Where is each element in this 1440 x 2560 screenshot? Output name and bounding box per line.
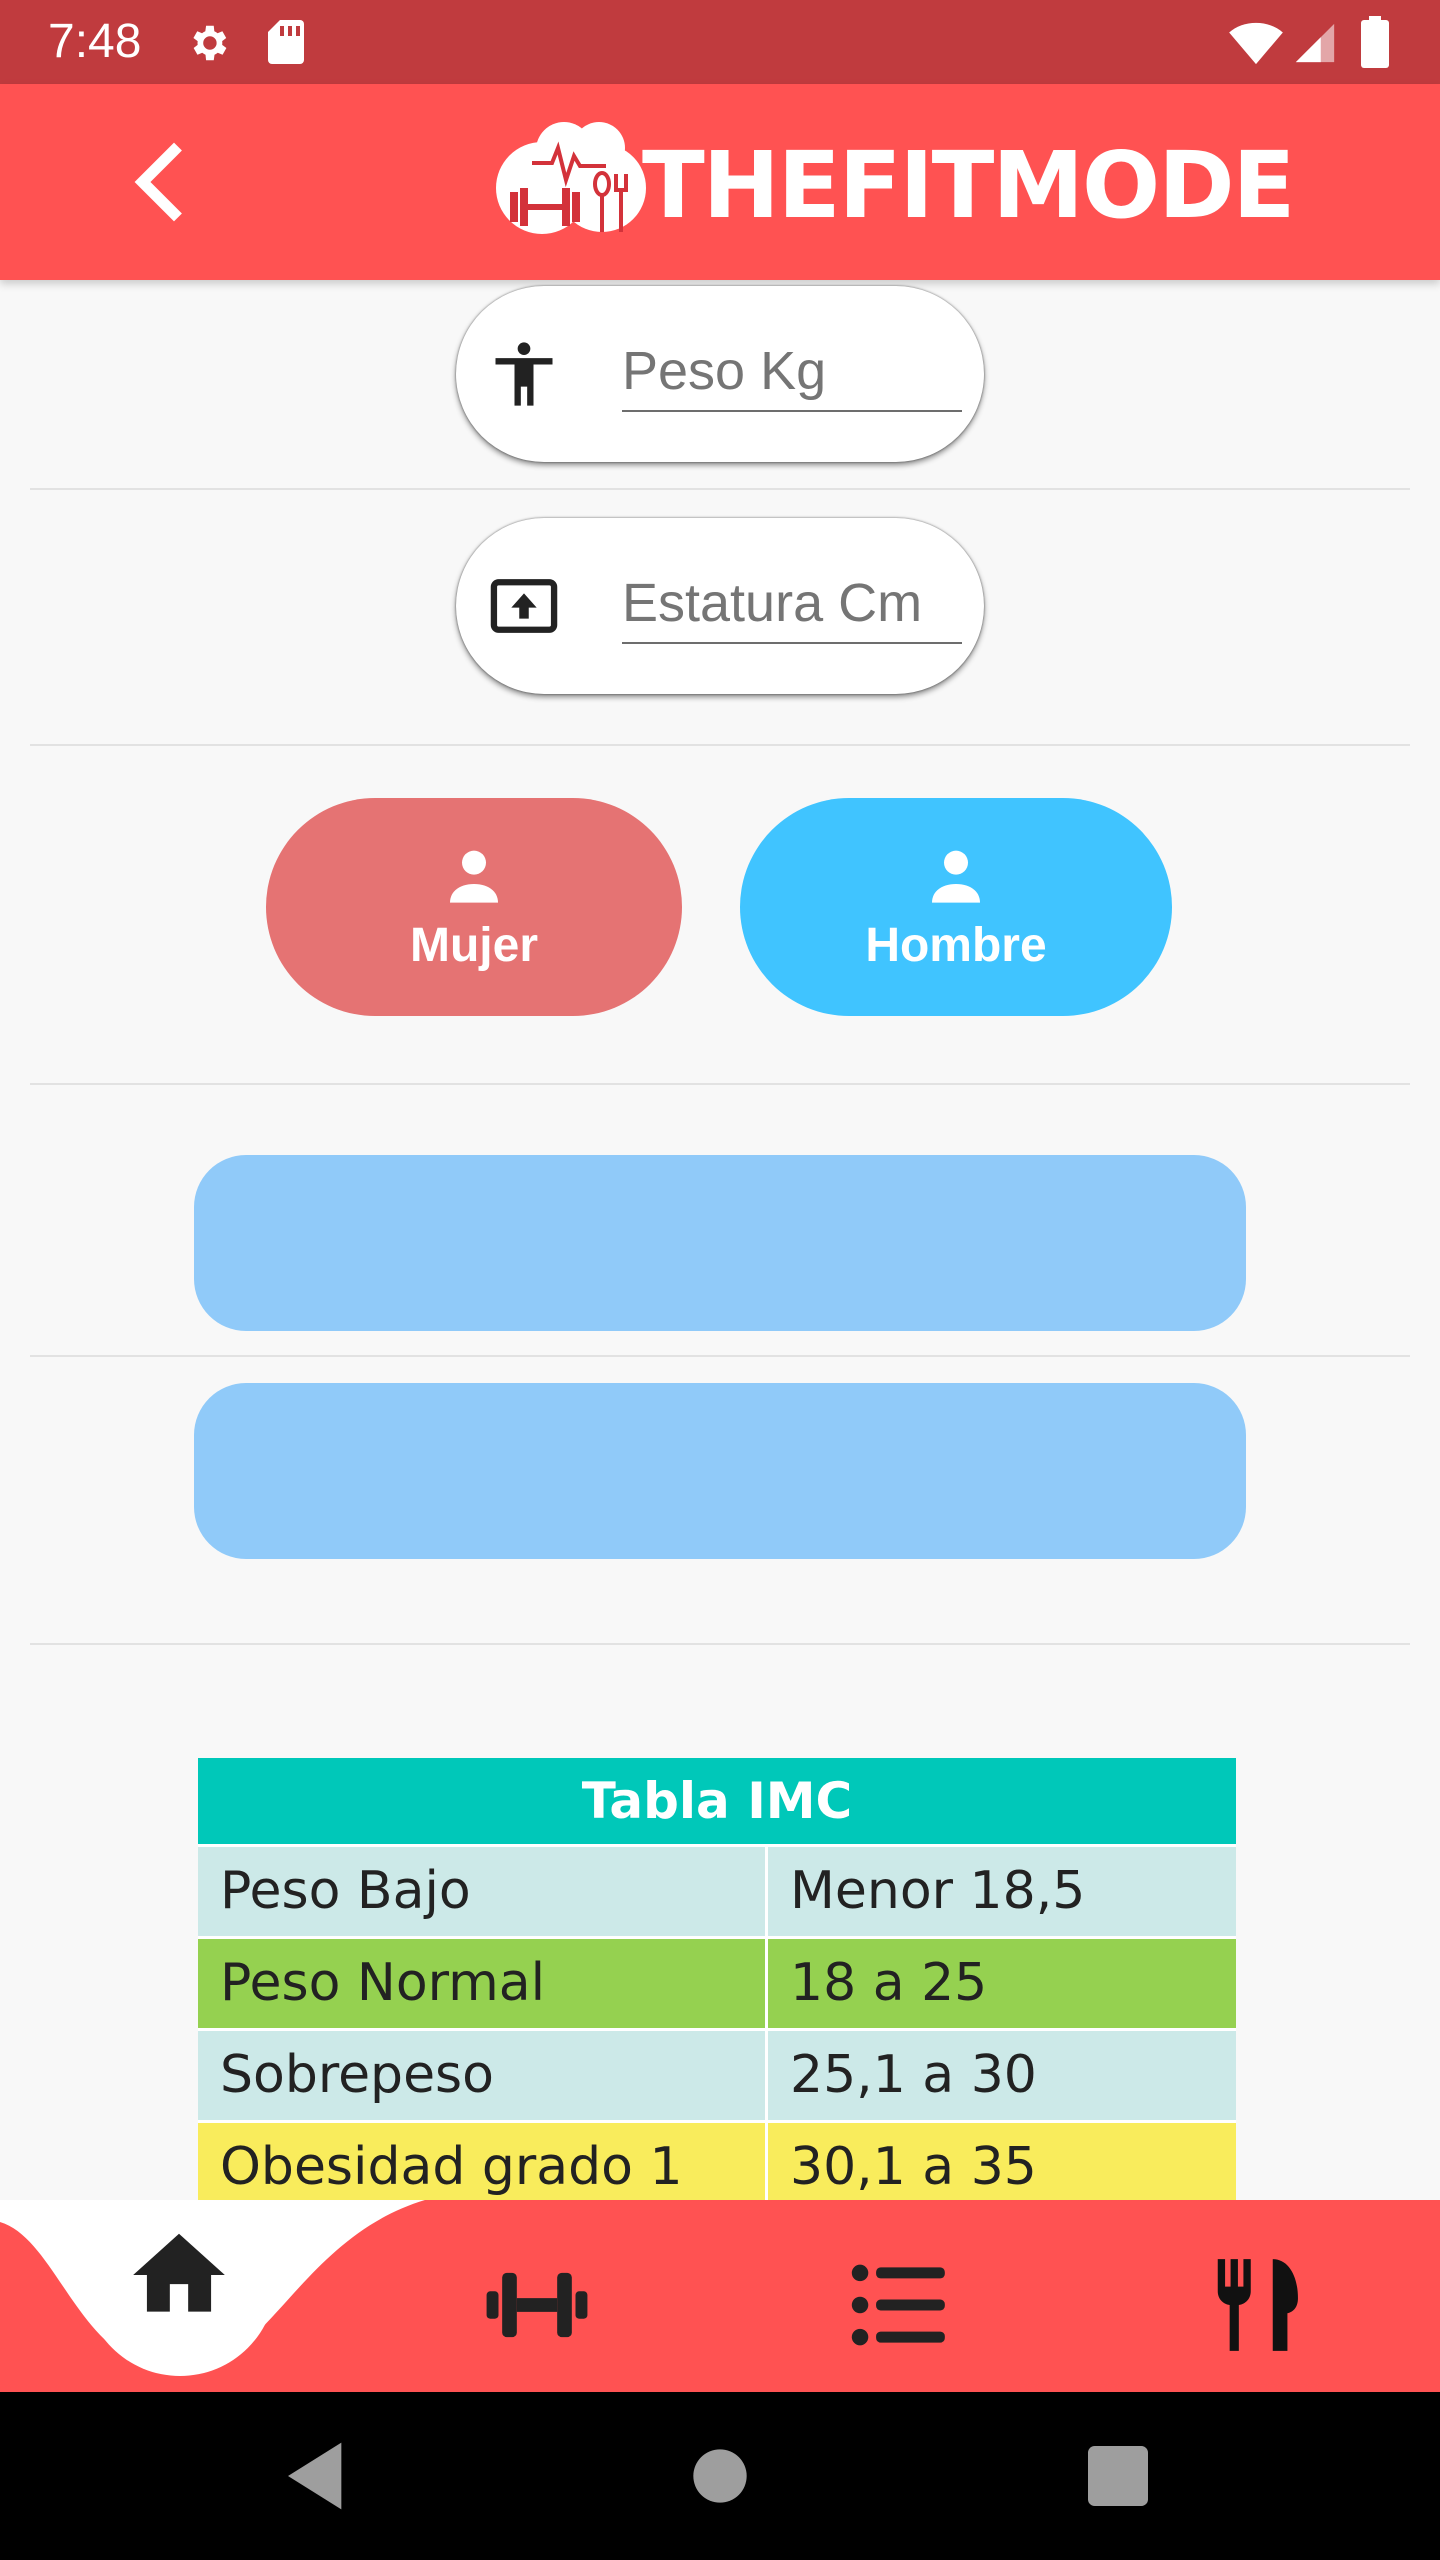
upload-box-icon	[490, 579, 558, 633]
system-navigation-bar	[0, 2392, 1440, 2560]
divider	[30, 744, 1410, 746]
table-row: Peso Bajo Menor 18,5	[198, 1844, 1236, 1936]
cell-signal-icon	[1295, 23, 1335, 63]
height-field[interactable]	[622, 564, 962, 644]
table-row: Peso Normal 18 a 25	[198, 1936, 1236, 2028]
imc-range: 18 a 25	[790, 1953, 988, 2013]
table-row: Obesidad grado 1 30,1 a 35	[198, 2120, 1236, 2212]
weight-field[interactable]	[622, 332, 962, 412]
imc-category: Obesidad grado 1	[198, 2123, 768, 2212]
divider	[30, 1643, 1410, 1645]
accessibility-icon	[495, 342, 553, 406]
divider	[30, 488, 1410, 490]
imc-range: 30,1 a 35	[790, 2137, 1037, 2197]
app-bar: THEFITMODE	[0, 84, 1440, 280]
imc-result-box	[194, 1155, 1246, 1331]
divider	[30, 1355, 1410, 1357]
imc-table-title: Tabla IMC	[198, 1758, 1236, 1844]
weight-input-pill[interactable]	[456, 286, 984, 462]
app-logo: THEFITMODE	[494, 118, 1295, 248]
person-icon	[450, 850, 498, 903]
wifi-icon	[1229, 22, 1283, 65]
table-row: Sobrepeso 25,1 a 30	[198, 2028, 1236, 2120]
imc-category-box	[194, 1383, 1246, 1559]
home-icon[interactable]	[124, 2220, 234, 2330]
back-triangle-icon[interactable]	[278, 2436, 358, 2516]
imc-table: Tabla IMC Peso Bajo Menor 18,5 Peso Norm…	[198, 1758, 1236, 2212]
female-label: Mujer	[409, 919, 538, 972]
male-label: Hombre	[865, 919, 1047, 972]
status-time: 7:48	[48, 15, 142, 68]
imc-category: Sobrepeso	[198, 2031, 768, 2120]
imc-category: Peso Normal	[198, 1939, 768, 2028]
utensils-icon[interactable]	[1204, 2250, 1314, 2360]
weight-input[interactable]	[622, 332, 962, 410]
app-logo-text: THEFITMODE	[642, 132, 1295, 239]
list-icon[interactable]	[844, 2250, 954, 2360]
battery-icon	[1361, 16, 1389, 68]
recents-square-icon[interactable]	[1078, 2436, 1158, 2516]
person-icon	[932, 850, 980, 903]
fitness-logo-icon	[496, 122, 646, 234]
back-button[interactable]	[118, 140, 202, 224]
settings-icon	[193, 25, 227, 61]
imc-category: Peso Bajo	[198, 1847, 768, 1936]
status-bar: 7:48	[0, 0, 1440, 84]
imc-range: 25,1 a 30	[790, 2045, 1037, 2105]
male-button[interactable]: Hombre	[740, 798, 1172, 1016]
home-circle-icon[interactable]	[680, 2436, 760, 2516]
imc-range: Menor 18,5	[790, 1861, 1086, 1921]
dumbbell-icon[interactable]	[482, 2250, 592, 2360]
female-button[interactable]: Mujer	[266, 798, 682, 1016]
height-input[interactable]	[622, 564, 962, 642]
divider	[30, 1083, 1410, 1085]
bottom-navigation	[0, 2200, 1440, 2392]
sd-card-icon	[268, 20, 304, 64]
height-input-pill[interactable]	[456, 518, 984, 694]
